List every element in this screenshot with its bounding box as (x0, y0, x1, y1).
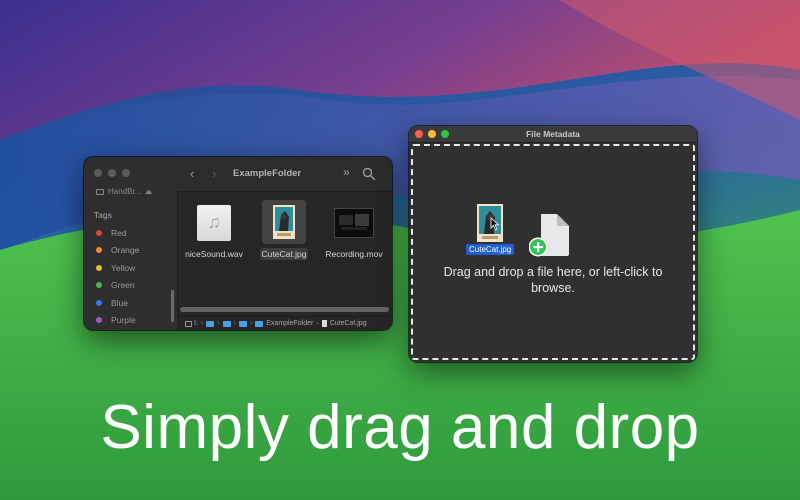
sidebar-scrollbar[interactable] (171, 290, 174, 322)
file-grid: ♫ niceSound.wav CuteCat.jpg Recording.mo… (177, 192, 392, 304)
tag-list: Red Orange Yellow Green Blue Purple (96, 224, 139, 329)
dragged-file-label: CuteCat.jpg (466, 244, 515, 255)
tag-label: Purple (111, 315, 136, 326)
more-chevrons-icon[interactable]: » (343, 165, 350, 179)
close-button[interactable] (94, 169, 102, 177)
folder-icon (255, 320, 264, 327)
tag-color-dot (96, 247, 102, 254)
audio-file-icon: ♫ (192, 200, 236, 244)
sidebar-item-tag-green[interactable]: Green (96, 277, 139, 295)
path-bar: I: › › › › ExampleFolder › CuteCat.jpg (177, 316, 392, 330)
file-item-nicesound[interactable]: ♫ niceSound.wav (179, 200, 249, 262)
folder-icon[interactable] (238, 320, 247, 327)
sidebar-item-tag-orange[interactable]: Orange (96, 242, 139, 260)
window-controls (94, 169, 130, 177)
path-separator: › (316, 320, 319, 327)
drive-icon (96, 188, 104, 195)
path-drive-label[interactable]: I: (194, 320, 198, 327)
tag-color-dot (96, 282, 102, 289)
sidebar-item-tag-blue[interactable]: Blue (96, 294, 139, 312)
tag-label: Yellow (111, 262, 136, 273)
drop-zone[interactable]: CuteCat.jpg Drag and drop a file here, o… (411, 144, 695, 360)
title-bar: File Metadata (409, 126, 697, 143)
folder-icon[interactable] (206, 320, 215, 327)
sidebar-item-tag-purple[interactable]: Purple (96, 312, 139, 330)
dragged-image-icon (477, 204, 503, 247)
file-metadata-window: File Metadata CuteCat.jpg Drag and drop … (409, 126, 697, 362)
file-item-recording[interactable]: Recording.mov (319, 200, 389, 262)
drop-instructions: Drag and drop a file here, or left-click… (443, 265, 663, 295)
zoom-button[interactable] (122, 169, 130, 177)
tag-label: Green (111, 280, 135, 291)
path-separator: › (217, 320, 220, 327)
sidebar-item-tag-yellow[interactable]: Yellow (96, 259, 139, 277)
file-name: niceSound.wav (185, 249, 243, 259)
finder-window: HandBr... ⏏ Tags Red Orange Yellow Green… (84, 157, 392, 330)
forward-chevron-icon[interactable]: › (212, 166, 216, 181)
tags-heading: Tags (94, 211, 113, 220)
horizontal-scrollbar[interactable] (180, 307, 389, 312)
tag-label: Red (111, 227, 127, 238)
image-file-icon (262, 200, 306, 244)
path-folder-label[interactable]: ExampleFolder (266, 320, 313, 327)
eject-icon[interactable]: ⏏ (145, 188, 152, 196)
file-name: CuteCat.jpg (259, 248, 309, 260)
tag-color-dot (96, 299, 102, 306)
file-item-cutecat[interactable]: CuteCat.jpg (249, 200, 319, 262)
file-icon (321, 320, 327, 327)
tag-color-dot (96, 264, 102, 271)
window-title: File Metadata (526, 129, 580, 139)
tag-label: Blue (111, 297, 129, 308)
back-chevron-icon[interactable]: ‹ (190, 166, 194, 181)
tag-color-dot (96, 229, 102, 236)
finder-toolbar: ‹ › ExampleFolder » (177, 157, 392, 192)
hard-drive-icon (185, 320, 192, 327)
sidebar-item-handbrake[interactable]: HandBr... ⏏ (96, 187, 152, 196)
folder-icon[interactable] (222, 320, 231, 327)
sidebar-item-tag-red[interactable]: Red (96, 224, 139, 242)
file-name: Recording.mov (325, 249, 383, 259)
path-file-label[interactable]: CuteCat.jpg (330, 320, 367, 327)
path-separator: › (249, 320, 253, 327)
search-icon[interactable] (362, 167, 376, 181)
tag-label: Orange (111, 245, 140, 256)
window-title: ExampleFolder (233, 168, 302, 179)
marketing-caption: Simply drag and drop (100, 393, 700, 462)
finder-sidebar: HandBr... ⏏ Tags Red Orange Yellow Green… (84, 157, 178, 330)
minimize-button[interactable] (108, 169, 116, 177)
sidebar-item-label: HandBr... (108, 187, 142, 196)
tag-color-dot (96, 317, 102, 324)
path-separator: › (233, 320, 236, 327)
video-file-icon (332, 200, 376, 244)
add-document-icon (529, 214, 569, 257)
path-separator: › (200, 320, 204, 327)
